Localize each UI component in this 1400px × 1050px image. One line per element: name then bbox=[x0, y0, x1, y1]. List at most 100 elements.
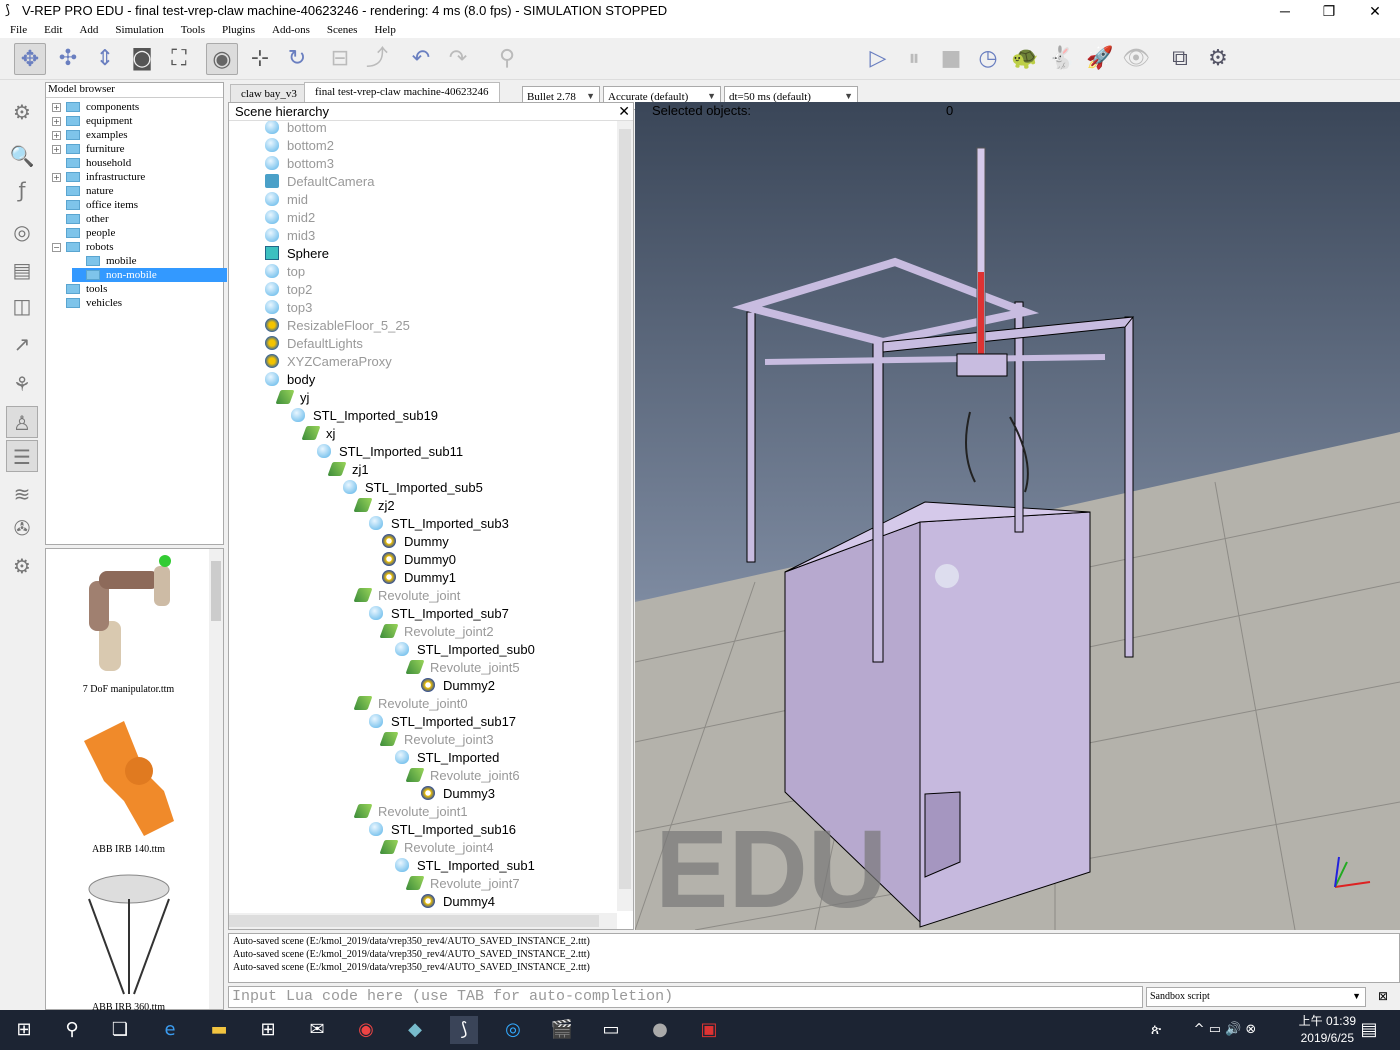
pause-icon[interactable]: ⏸ bbox=[898, 43, 930, 75]
notifications-icon[interactable]: ▤ bbox=[1355, 1016, 1383, 1044]
menu-file[interactable]: File bbox=[10, 24, 27, 36]
scene-hierarchy-toggle-icon[interactable]: ☰ bbox=[6, 440, 38, 472]
model-folder[interactable]: other bbox=[52, 212, 109, 226]
hierarchy-item[interactable]: Revolute_joint6 bbox=[405, 767, 520, 785]
menu-help[interactable]: Help bbox=[374, 24, 395, 36]
model-thumbnail[interactable]: 7 DoF manipulator.ttm bbox=[46, 551, 211, 695]
hierarchy-item[interactable]: yj bbox=[275, 389, 309, 407]
camera-pan-icon[interactable]: ✥ bbox=[14, 43, 46, 75]
stop-icon[interactable]: ■ bbox=[935, 43, 967, 75]
browser-icon[interactable]: ◎ bbox=[499, 1016, 527, 1044]
hierarchy-item[interactable]: Dummy0 bbox=[382, 551, 456, 569]
minimize-button[interactable]: ─ bbox=[1262, 0, 1308, 22]
shape-edit-icon[interactable]: ◎ bbox=[6, 216, 38, 248]
ik-icon[interactable]: ⚘ bbox=[6, 368, 38, 400]
hierarchy-item[interactable]: Dummy2 bbox=[421, 677, 495, 695]
edge-icon[interactable]: e bbox=[156, 1016, 184, 1044]
realtime-icon[interactable]: ◷ bbox=[972, 43, 1004, 75]
menu-plugins[interactable]: Plugins bbox=[222, 24, 255, 36]
visualization-icon[interactable]: 👁 bbox=[1120, 43, 1152, 75]
menu-add[interactable]: Add bbox=[79, 24, 98, 36]
expand-toggle[interactable]: + bbox=[52, 116, 61, 126]
system-tray-icons[interactable]: ^ ▭ 🔊 ⊗ bbox=[1180, 1016, 1270, 1044]
menu-tools[interactable]: Tools bbox=[181, 24, 205, 36]
hierarchy-item[interactable]: body bbox=[265, 371, 315, 389]
model-folder[interactable]: + examples bbox=[52, 128, 128, 142]
thread-rendering-icon[interactable]: 🚀 bbox=[1084, 43, 1116, 75]
video-recorder-icon[interactable]: ✇ bbox=[6, 512, 38, 544]
video-icon[interactable]: 🎬 bbox=[548, 1016, 576, 1044]
fit-to-view-icon[interactable]: ⛶ bbox=[163, 43, 195, 75]
hierarchy-item[interactable]: STL_Imported_sub17 bbox=[369, 713, 516, 731]
scene-switch-icon[interactable]: ⧉ bbox=[1164, 43, 1196, 75]
hierarchy-item[interactable]: XYZCameraProxy bbox=[265, 353, 392, 371]
hierarchy-item[interactable]: bottom3 bbox=[265, 155, 334, 173]
store-icon[interactable]: ⊞ bbox=[254, 1016, 282, 1044]
tab-claw-bay[interactable]: claw bay_v3 bbox=[230, 84, 308, 103]
redo-icon[interactable]: ↷ bbox=[442, 43, 474, 75]
hierarchy-item[interactable]: Revolute_joint5 bbox=[405, 659, 520, 677]
thumbnail-scrollbar[interactable] bbox=[209, 549, 223, 1009]
hierarchy-item[interactable]: Revolute_joint3 bbox=[379, 731, 494, 749]
hierarchy-item[interactable]: STL_Imported_sub11 bbox=[317, 443, 463, 461]
sphere-app-icon[interactable]: ● bbox=[646, 1016, 674, 1044]
model-folder[interactable]: + equipment bbox=[52, 114, 132, 128]
hierarchy-item[interactable]: Dummy1 bbox=[382, 569, 456, 587]
hierarchy-item[interactable]: xj bbox=[301, 425, 335, 443]
user-settings-icon[interactable]: ⚙ bbox=[6, 550, 38, 582]
layers-icon[interactable]: ≋ bbox=[6, 478, 38, 510]
hierarchy-item[interactable]: bottom2 bbox=[265, 137, 334, 155]
file-explorer-icon[interactable]: ▬ bbox=[205, 1016, 233, 1044]
hierarchy-item[interactable]: Revolute_joint7 bbox=[405, 875, 520, 893]
transfer-dna-icon[interactable]: ⤴ bbox=[361, 43, 393, 75]
simulation-settings-icon[interactable]: ⚙ bbox=[6, 96, 38, 128]
expand-toggle[interactable]: + bbox=[52, 130, 61, 140]
object-select-icon[interactable]: ◉ bbox=[206, 43, 238, 75]
play-icon[interactable]: ▷ bbox=[862, 43, 894, 75]
slow-down-icon[interactable]: 🐢 bbox=[1009, 43, 1041, 75]
vrep-taskbar-icon[interactable]: ⟆ bbox=[450, 1016, 478, 1044]
hierarchy-item[interactable]: STL_Imported bbox=[395, 749, 499, 767]
object-shift-icon[interactable]: ⊹ bbox=[244, 43, 276, 75]
hierarchy-item[interactable]: DefaultCamera bbox=[265, 173, 374, 191]
hierarchy-item[interactable]: mid bbox=[265, 191, 308, 209]
hierarchy-item[interactable]: Revolute_joint0 bbox=[353, 695, 468, 713]
maximize-button[interactable]: ❐ bbox=[1306, 0, 1352, 22]
hierarchy-item[interactable]: zj1 bbox=[327, 461, 369, 479]
hierarchy-item[interactable]: Dummy4 bbox=[421, 893, 495, 911]
hierarchy-item[interactable]: STL_Imported_sub16 bbox=[369, 821, 516, 839]
camera-angle-icon[interactable]: ◙ bbox=[126, 43, 158, 75]
hierarchy-item[interactable]: top3 bbox=[265, 299, 312, 317]
hierarchy-item[interactable]: STL_Imported_sub0 bbox=[395, 641, 535, 659]
chrome-icon[interactable]: ◉ bbox=[352, 1016, 380, 1044]
lua-command-input[interactable]: Input Lua code here (use TAB for auto-co… bbox=[228, 986, 1143, 1008]
model-folder[interactable]: office items bbox=[52, 198, 138, 212]
model-folder[interactable]: vehicles bbox=[52, 296, 122, 310]
model-folder[interactable]: nature bbox=[52, 184, 113, 198]
hierarchy-item[interactable]: Dummy bbox=[382, 533, 449, 551]
model-folder[interactable]: − robots bbox=[52, 240, 114, 254]
object-rotate-icon[interactable]: ↻ bbox=[281, 43, 313, 75]
hierarchy-item[interactable]: bottom bbox=[265, 121, 327, 137]
speed-up-icon[interactable]: 🐇 bbox=[1046, 43, 1078, 75]
model-browser-toggle-icon[interactable]: ♙ bbox=[6, 406, 38, 438]
model-folder[interactable]: + infrastructure bbox=[52, 170, 145, 184]
hierarchy-item[interactable]: mid2 bbox=[265, 209, 315, 227]
hierarchy-item[interactable]: ResizableFloor_5_25 bbox=[265, 317, 410, 335]
hierarchy-item[interactable]: Sphere bbox=[265, 245, 329, 263]
model-folder[interactable]: + furniture bbox=[52, 142, 124, 156]
expand-toggle[interactable]: − bbox=[52, 242, 61, 252]
hierarchy-item[interactable]: mid3 bbox=[265, 227, 315, 245]
hierarchy-item[interactable]: top2 bbox=[265, 281, 312, 299]
model-folder[interactable]: + components bbox=[52, 100, 139, 114]
expand-toggle[interactable]: + bbox=[52, 102, 61, 112]
people-icon[interactable]: ጵ bbox=[1142, 1016, 1170, 1044]
hierarchy-item[interactable]: Revolute_joint4 bbox=[379, 839, 494, 857]
model-thumbnail[interactable]: ABB IRB 360.ttm bbox=[46, 869, 211, 1013]
model-folder[interactable]: non-mobile bbox=[72, 268, 227, 282]
model-folder[interactable]: people bbox=[52, 226, 115, 240]
path-icon[interactable]: ↗ bbox=[6, 328, 38, 360]
search-icon[interactable]: ⚲ bbox=[58, 1016, 86, 1044]
hierarchy-item[interactable]: DefaultLights bbox=[265, 335, 363, 353]
menu-scenes[interactable]: Scenes bbox=[327, 24, 358, 36]
